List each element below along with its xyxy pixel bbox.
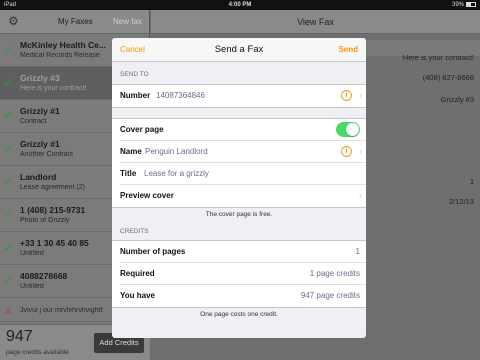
- dialog-header: Cancel Send a Fax Send: [112, 38, 366, 62]
- send-button[interactable]: Send: [338, 45, 358, 54]
- send-to-group: Number 14087364846 i ›: [112, 84, 366, 108]
- check-icon: ✓: [4, 209, 14, 221]
- gear-icon[interactable]: ⚙: [8, 14, 19, 28]
- credit-label: page credits available: [6, 349, 69, 356]
- pages-row: Number of pages 1: [120, 241, 366, 263]
- number-value[interactable]: 14087364846: [156, 91, 205, 100]
- tab-my-faxes[interactable]: My Faxes: [58, 17, 93, 26]
- preview-cover-row[interactable]: Preview cover ›: [120, 185, 366, 207]
- required-value: 1 page credits: [309, 269, 360, 278]
- detail-row: Grizzly #3: [440, 95, 474, 104]
- have-label: You have: [120, 291, 155, 300]
- check-icon: ✓: [4, 110, 14, 122]
- sidebar-header: ⚙ My Faxes New fax: [0, 10, 149, 34]
- battery-percent: 39%: [451, 2, 464, 8]
- chevron-right-icon: ›: [359, 90, 362, 100]
- number-row[interactable]: Number 14087364846 i ›: [120, 85, 366, 107]
- warning-icon: ⚠: [4, 306, 13, 316]
- required-row: Required 1 page credits: [120, 263, 366, 285]
- credit-count: 947: [6, 328, 33, 345]
- clock: 4:00 PM: [228, 2, 252, 8]
- credits-group: Number of pages 1 Required 1 page credit…: [112, 240, 366, 308]
- title-label: Title: [120, 169, 137, 178]
- name-value[interactable]: Penguin Landlord: [145, 147, 208, 156]
- have-value: 947 page credits: [300, 291, 360, 300]
- info-icon[interactable]: i: [341, 90, 352, 101]
- dialog-title: Send a Fax: [214, 44, 264, 55]
- check-icon: ✓: [4, 275, 14, 287]
- send-to-header: SEND TO: [120, 71, 149, 78]
- name-label: Name: [120, 147, 142, 156]
- chevron-right-icon: ›: [359, 190, 362, 200]
- cover-page-label: Cover page: [120, 125, 164, 134]
- battery-indicator: 39%: [452, 0, 476, 10]
- cover-note: The cover page is free.: [205, 211, 273, 218]
- number-label: Number: [120, 91, 151, 100]
- status-bar: iPad 4:00 PM 39%: [0, 0, 480, 10]
- pages-value: 1: [355, 247, 360, 256]
- credit-note: One page costs one credit.: [200, 311, 278, 318]
- pages-label: Number of pages: [120, 247, 186, 256]
- detail-row: 2/12/13: [448, 197, 474, 206]
- preview-cover-label: Preview cover: [120, 191, 174, 200]
- cover-page-row: Cover page: [120, 119, 366, 141]
- check-icon: ✓: [4, 77, 14, 89]
- credits-header: CREDITS: [120, 228, 149, 235]
- send-fax-dialog: Cancel Send a Fax Send SEND TO Number 14…: [112, 38, 366, 338]
- have-row: You have 947 page credits: [120, 285, 366, 307]
- required-label: Required: [120, 269, 155, 278]
- detail-row: (408) 827-8668: [422, 73, 474, 82]
- name-row[interactable]: Name Penguin Landlord i ›: [120, 141, 366, 163]
- battery-icon: [466, 1, 476, 7]
- cover-page-toggle[interactable]: [336, 122, 360, 137]
- detail-row: Here is your contract!: [402, 53, 474, 62]
- info-icon[interactable]: i: [341, 146, 352, 157]
- check-icon: ✓: [4, 176, 14, 188]
- chevron-right-icon: ›: [359, 146, 362, 156]
- title-row[interactable]: Title Lease for a grizzly: [120, 163, 366, 185]
- cover-group: Cover page Name Penguin Landlord i › Tit…: [112, 118, 366, 208]
- title-value[interactable]: Lease for a grizzly: [144, 169, 209, 178]
- detail-title: View Fax: [151, 10, 480, 34]
- check-icon: ✓: [4, 143, 14, 155]
- detail-row: 1: [469, 177, 474, 186]
- tab-new-fax[interactable]: New fax: [113, 17, 142, 26]
- check-icon: ✓: [4, 44, 14, 56]
- check-icon: ✓: [4, 242, 14, 254]
